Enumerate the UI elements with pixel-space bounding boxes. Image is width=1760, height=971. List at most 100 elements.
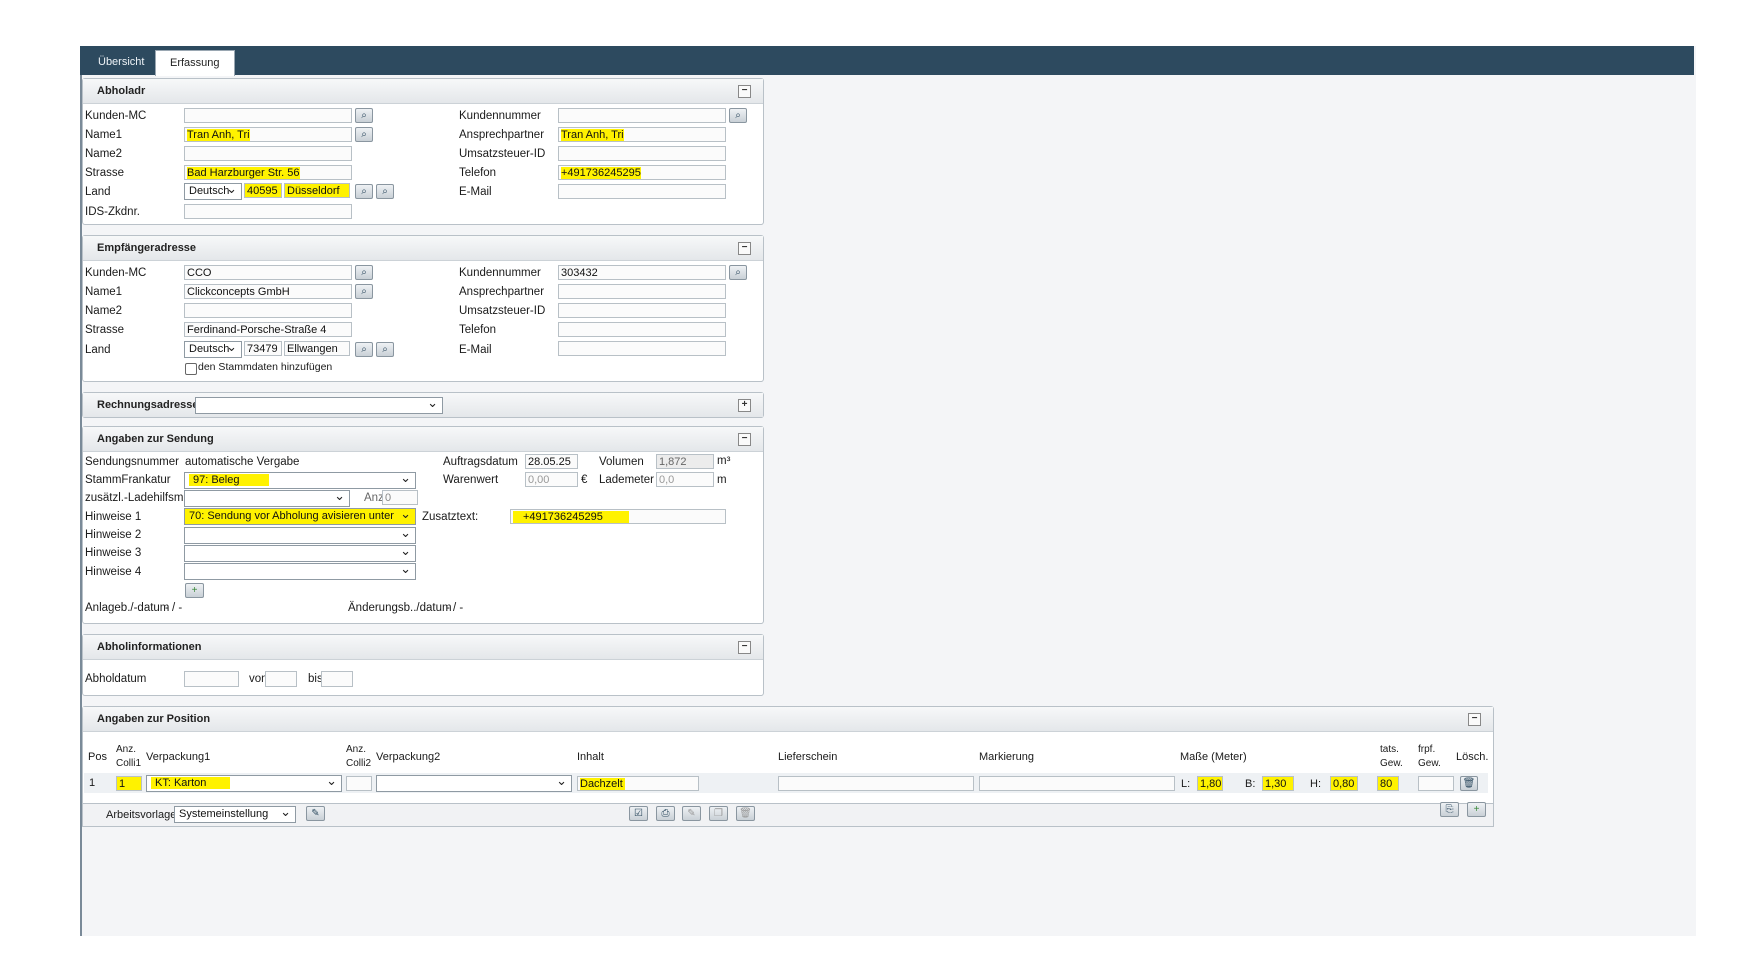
add-icon[interactable]: + [185, 583, 204, 598]
h-input[interactable]: 0,80 [1330, 776, 1358, 791]
emp-ort-input[interactable]: Ellwangen [284, 341, 350, 356]
verpackung2-select[interactable] [376, 775, 572, 792]
search-icon[interactable]: ⌕ [355, 184, 373, 199]
warenwert-input[interactable]: 0,00 [525, 472, 578, 487]
expand-icon[interactable]: + [738, 399, 751, 412]
colli1-input[interactable]: 1 [116, 776, 142, 791]
emp-land-select[interactable]: Deutsch [184, 341, 242, 358]
collapse-icon[interactable]: − [738, 85, 751, 98]
bis-input[interactable] [321, 671, 353, 687]
inhalt-input[interactable]: Dachzelt [577, 776, 699, 791]
auftragsdatum-label: Auftragsdatum [443, 456, 518, 468]
zusatztext-value: +491736245295 [513, 511, 629, 523]
verpackung1-value: KT: Karton [151, 777, 231, 789]
rechnung-select[interactable] [195, 397, 443, 414]
verpackung1-select[interactable]: KT: Karton [146, 775, 342, 792]
trash-icon[interactable]: 🗑 [1460, 776, 1478, 791]
abholadr-header: Abholadr − [83, 79, 763, 104]
abholdatum-input[interactable] [184, 671, 239, 687]
emp-plz-input[interactable]: 73479 [244, 341, 282, 356]
zusatztext-input[interactable]: +491736245295 [510, 509, 726, 524]
kundennummer-input[interactable] [558, 108, 726, 123]
markierung-input[interactable] [979, 776, 1175, 791]
col-inhalt: Inhalt [577, 751, 604, 763]
strasse-input[interactable]: Bad Harzburger Str. 56 [184, 165, 352, 180]
plz-input[interactable]: 40595 [244, 183, 282, 198]
emp-kundennummer-input[interactable]: 303432 [558, 265, 726, 280]
col-tats-a: tats. [1380, 744, 1399, 755]
lookup-icon[interactable]: ⌕ [355, 127, 373, 142]
ort-input[interactable]: Düsseldorf [284, 183, 350, 198]
name2-input[interactable] [184, 146, 352, 161]
anz-input[interactable]: 0 [382, 490, 418, 505]
ansprechpartner-input[interactable]: Tran Anh, Tri [558, 127, 726, 142]
frpf-gew-input[interactable] [1418, 776, 1454, 791]
stammfrankatur-value: 97: Beleg [189, 474, 270, 486]
l-input[interactable]: 1,80 [1197, 776, 1223, 791]
tab-uebersicht[interactable]: Übersicht [84, 50, 158, 75]
von-input[interactable] [265, 671, 297, 687]
lookup-icon[interactable]: ⌕ [355, 265, 373, 280]
emp-email-input[interactable] [558, 341, 726, 356]
checklist-icon[interactable]: ☑ [629, 806, 648, 821]
inhalt-value: Dachzelt [580, 778, 625, 790]
hinweise2-select[interactable] [184, 527, 416, 544]
emp-ust-label: Umsatzsteuer-ID [459, 305, 546, 317]
lookup-icon[interactable]: ⌕ [355, 284, 373, 299]
abholadr-title: Abholadr [97, 85, 146, 97]
hinweise3-select[interactable] [184, 545, 416, 562]
lookup-icon[interactable]: ⌕ [729, 265, 747, 280]
search-icon[interactable]: ⌕ [355, 342, 373, 357]
add-row-icon[interactable]: + [1467, 802, 1486, 817]
kunden-mc-input[interactable] [184, 108, 352, 123]
name1-input[interactable]: Tran Anh, Tri [184, 127, 352, 142]
hinweise4-select[interactable] [184, 563, 416, 580]
stammdaten-checkbox[interactable] [185, 363, 197, 375]
arbeitsvorlage-select[interactable]: Systemeinstellung [174, 806, 296, 823]
save-icon[interactable]: ⎘ [1440, 802, 1459, 817]
lookup-icon[interactable]: ⌕ [729, 108, 747, 123]
stammfrankatur-select[interactable]: 97: Beleg [184, 472, 416, 489]
tats-gew-input[interactable]: 80 [1377, 776, 1399, 791]
search-icon[interactable]: ⌕ [376, 342, 394, 357]
email-input[interactable] [558, 184, 726, 199]
colli2-input[interactable] [346, 776, 372, 791]
emp-name1-label: Name1 [85, 286, 123, 298]
telefon-input[interactable]: +491736245295 [558, 165, 726, 180]
lieferschein-input[interactable] [778, 776, 974, 791]
ids-input[interactable] [184, 204, 352, 219]
print-icon[interactable]: ⎙ [656, 806, 675, 821]
collapse-icon[interactable]: − [1468, 713, 1481, 726]
sendung-header: Angaben zur Sendung − [83, 427, 763, 452]
search-icon[interactable]: ⌕ [376, 184, 394, 199]
b-input[interactable]: 1,30 [1262, 776, 1294, 791]
emp-name2-input[interactable] [184, 303, 352, 318]
emp-name1-input[interactable]: Clickconcepts GmbH [184, 284, 352, 299]
volumen-label: Volumen [599, 456, 644, 468]
emp-land-label: Land [85, 344, 111, 356]
name1-label: Name1 [85, 129, 123, 141]
lookup-icon[interactable]: ⌕ [355, 108, 373, 123]
pen-icon[interactable]: ✎ [682, 806, 701, 821]
ust-input[interactable] [558, 146, 726, 161]
edit-icon[interactable]: ✎ [306, 806, 325, 821]
collapse-icon[interactable]: − [738, 242, 751, 255]
collapse-icon[interactable]: − [738, 641, 751, 654]
lademeter-input[interactable]: 0,0 [656, 472, 714, 487]
auftragsdatum-input[interactable]: 28.05.25 [525, 454, 578, 469]
position-title: Angaben zur Position [97, 713, 211, 725]
delete-icon[interactable]: 🗑 [736, 806, 755, 821]
tab-erfassung[interactable]: Erfassung [155, 50, 235, 76]
emp-strasse-input[interactable]: Ferdinand-Porsche-Straße 4 [184, 322, 352, 337]
emp-kunden-mc-input[interactable]: CCO [184, 265, 352, 280]
emp-telefon-input[interactable] [558, 322, 726, 337]
hinweise1-select[interactable]: 70: Sendung vor Abholung avisieren unter [184, 508, 416, 525]
collapse-icon[interactable]: − [738, 433, 751, 446]
ladehilfsm-select[interactable] [184, 490, 350, 507]
emp-ust-input[interactable] [558, 303, 726, 318]
anlage-label: Anlageb./-datum [85, 602, 170, 614]
emp-ansprechpartner-input[interactable] [558, 284, 726, 299]
copy-icon[interactable]: ❐ [709, 806, 728, 821]
land-select[interactable]: Deutsch [184, 183, 242, 200]
emp-name2-label: Name2 [85, 305, 123, 317]
